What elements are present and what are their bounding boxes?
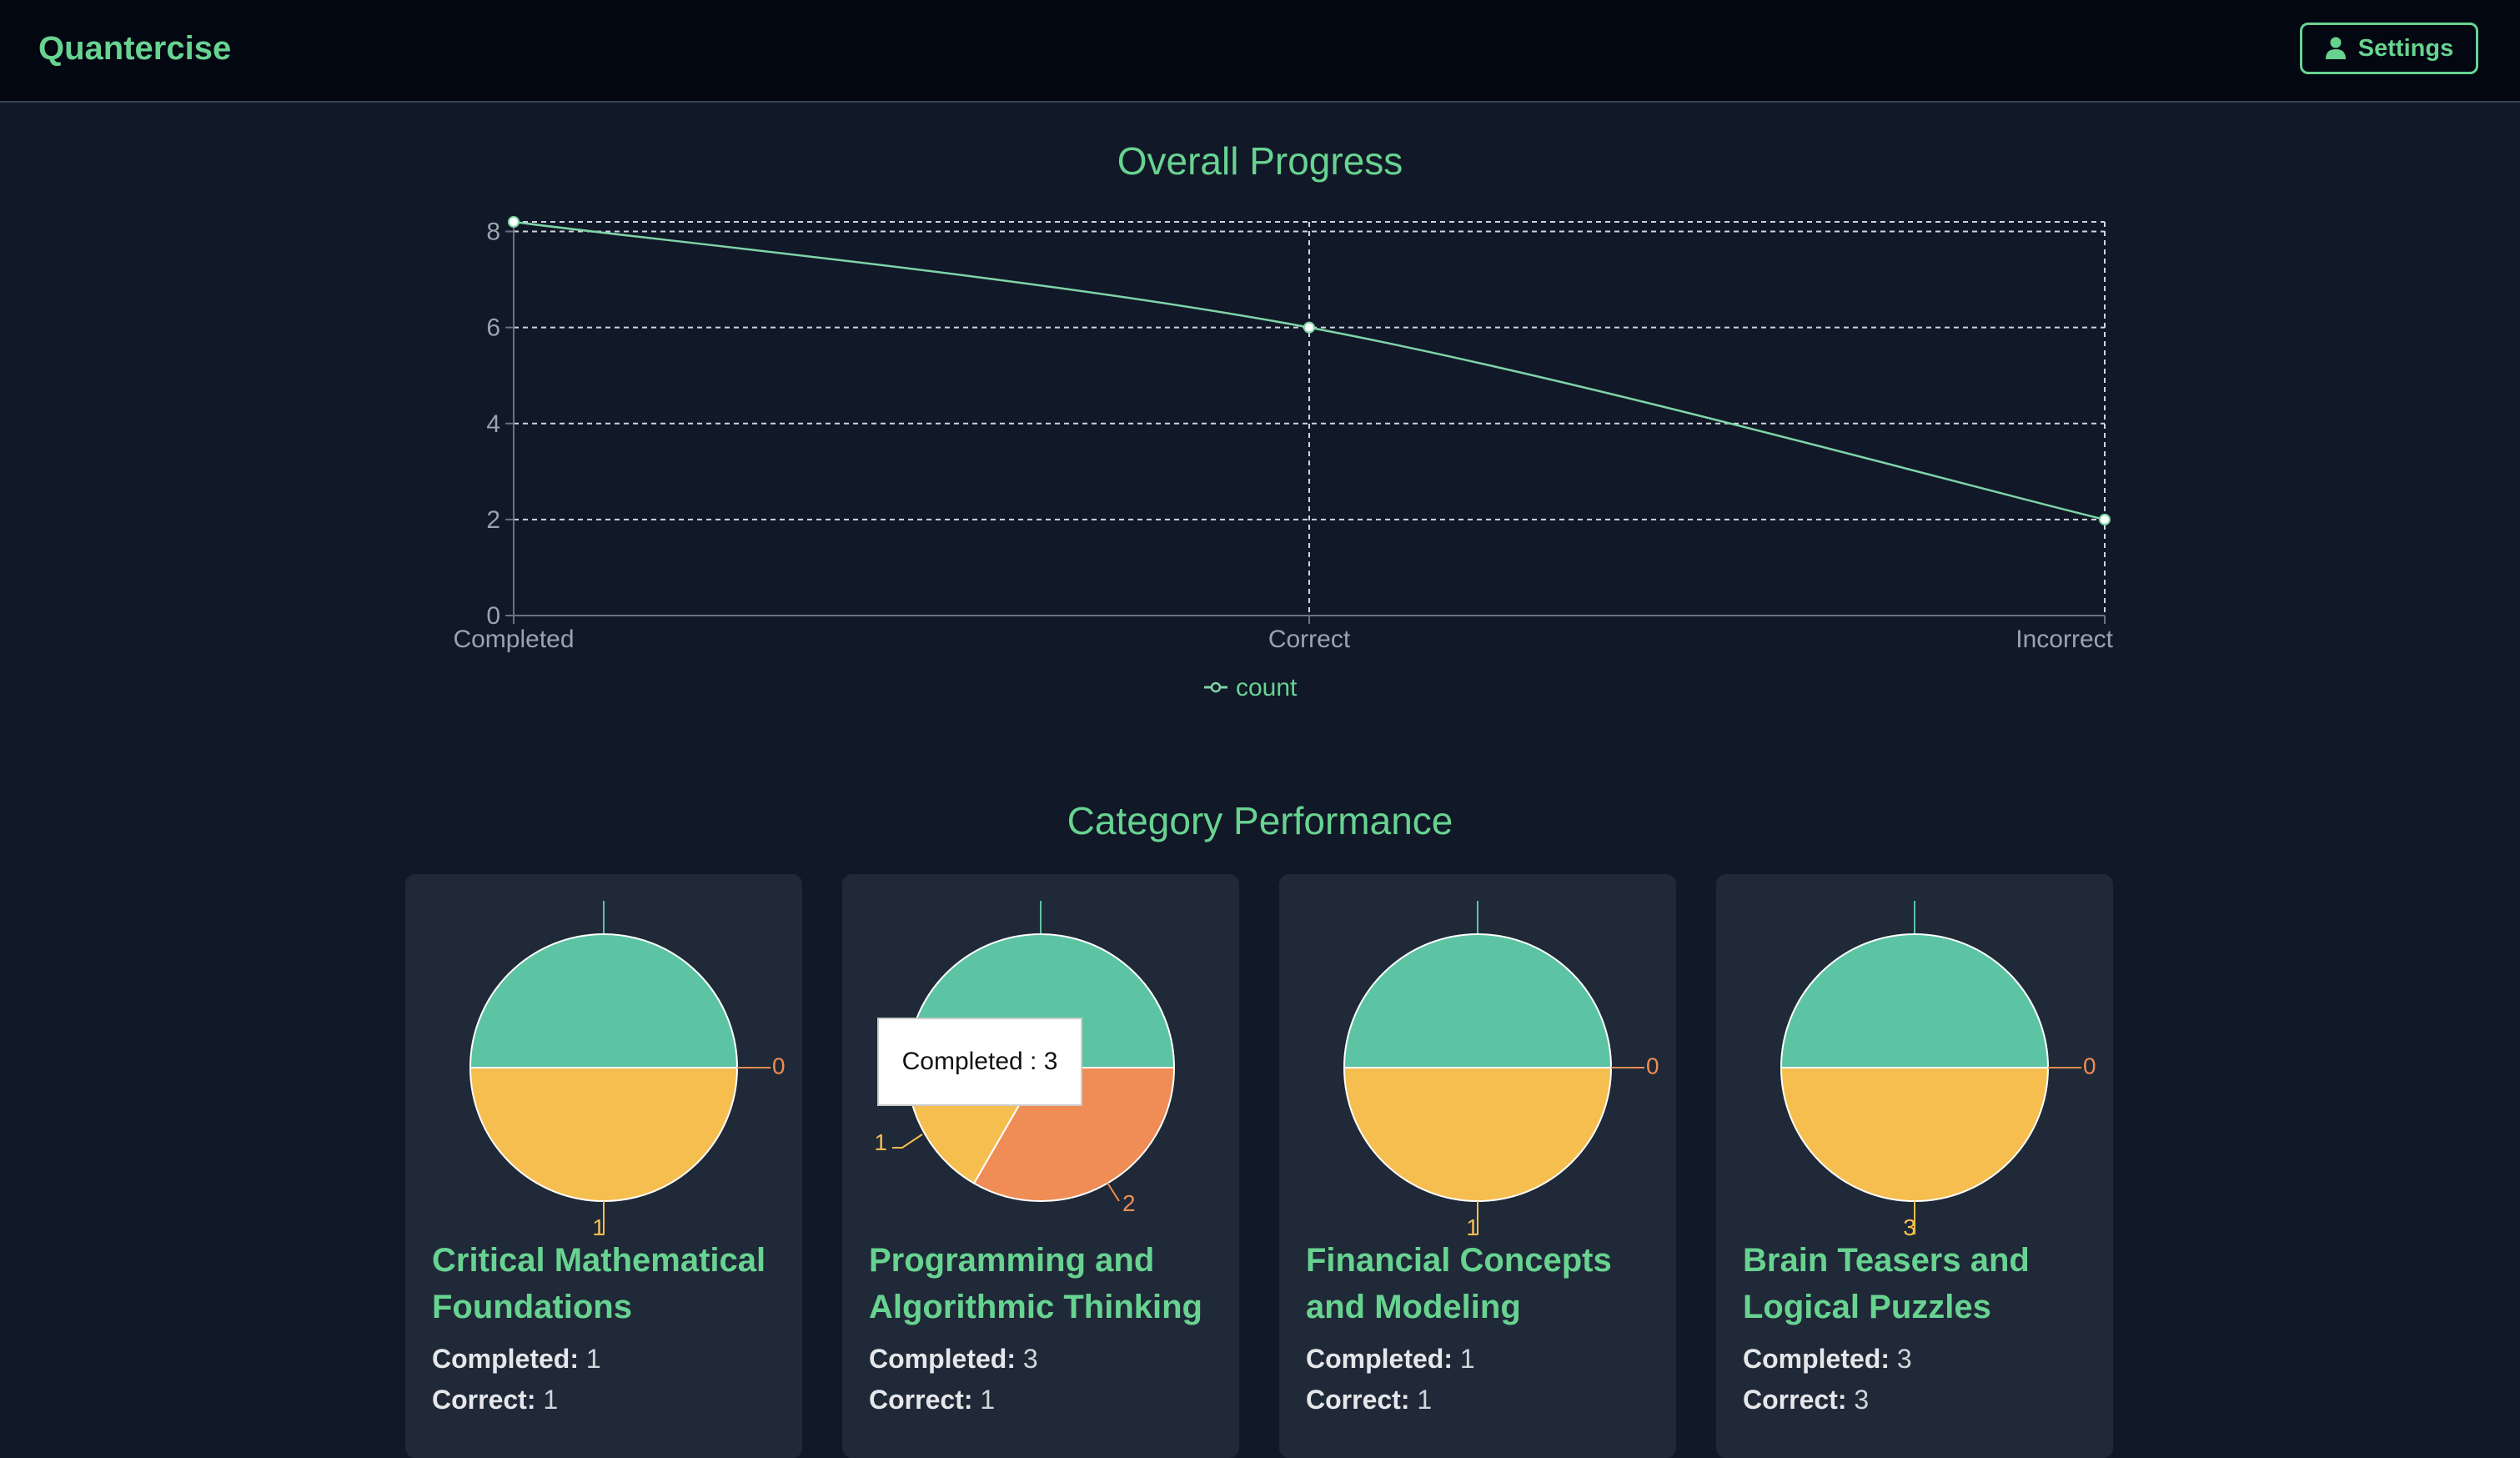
card-title: Critical Mathematical Foundations <box>432 1242 766 1325</box>
top-navbar: Quantercise Settings <box>0 0 2520 103</box>
pie-label-value: 0 <box>772 1053 786 1078</box>
y-tick-label: 6 <box>486 314 500 342</box>
category-pie-chart: 1 0 <box>1343 901 1659 1240</box>
legend-marker-dot <box>1210 681 1222 693</box>
y-tick-label: 4 <box>486 410 500 438</box>
category-pie-chart: 3 0 <box>1780 901 2096 1240</box>
pie-slice-completed <box>1780 933 2050 1068</box>
pie-label-value: 1 <box>874 1129 887 1155</box>
settings-button[interactable]: Settings <box>2300 23 2478 74</box>
overall-progress-title: Overall Progress <box>1117 139 1403 183</box>
correct-stat: Correct: 1 <box>1306 1385 1433 1415</box>
category-pie-chart: 1 0 <box>469 901 786 1240</box>
pie-slice-correct <box>469 1067 739 1202</box>
x-tick-label: Incorrect <box>2015 626 2113 653</box>
data-point <box>1303 321 1315 334</box>
y-tick-label: 8 <box>486 219 500 246</box>
completed-stat: Completed: 3 <box>1743 1344 1912 1374</box>
category-card-brain-teasers[interactable]: 3 0 Brain Teasers and Logical Puzzles Co… <box>1716 874 2113 1458</box>
settings-label: Settings <box>2357 34 2454 62</box>
correct-stat: Correct: 1 <box>869 1385 996 1415</box>
card-title: Brain Teasers and Logical Puzzles <box>1743 1242 2030 1325</box>
category-card-critical-math[interactable]: 1 0 Critical Mathematical Foundations Co… <box>405 874 802 1458</box>
data-point <box>508 216 520 228</box>
app-logo-title[interactable]: Quantercise <box>38 30 231 68</box>
pie-slice-completed <box>469 933 739 1068</box>
pie-slice-correct <box>1780 1067 2050 1202</box>
card-title: Programming and Algorithmic Thinking <box>869 1242 1202 1325</box>
category-card-financial[interactable]: 1 0 Financial Concepts and Modeling Comp… <box>1279 874 1676 1458</box>
completed-stat: Completed: 1 <box>1306 1344 1475 1374</box>
overall-progress-chart: 02468Completed Correct Incorrectcount <box>453 216 2114 701</box>
completed-stat: Completed: 1 <box>432 1344 601 1374</box>
correct-stat: Correct: 3 <box>1743 1385 1870 1415</box>
pie-label-value: 0 <box>2083 1053 2096 1078</box>
pie-label-value: 0 <box>1646 1053 1659 1078</box>
chart-tooltip: Completed : 3 <box>877 1018 1082 1106</box>
correct-stat: Correct: 1 <box>432 1385 559 1415</box>
category-performance-title: Category Performance <box>1067 799 1453 842</box>
pie-label-value: 2 <box>1122 1190 1136 1216</box>
pie-slice-correct <box>1343 1067 1613 1202</box>
data-point <box>2099 513 2111 525</box>
card-title: Financial Concepts and Modeling <box>1306 1242 1612 1325</box>
y-tick-label: 2 <box>486 506 500 534</box>
user-icon <box>2325 37 2346 59</box>
category-card-programming[interactable]: 1 2 Programming and Algorithmic Thinking… <box>842 874 1239 1458</box>
x-tick-label: Correct <box>1268 626 1351 653</box>
completed-stat: Completed: 3 <box>869 1344 1038 1374</box>
pie-slice-completed <box>1343 933 1613 1068</box>
legend-label: count <box>1236 674 1298 701</box>
x-tick-label: Completed <box>453 626 574 653</box>
